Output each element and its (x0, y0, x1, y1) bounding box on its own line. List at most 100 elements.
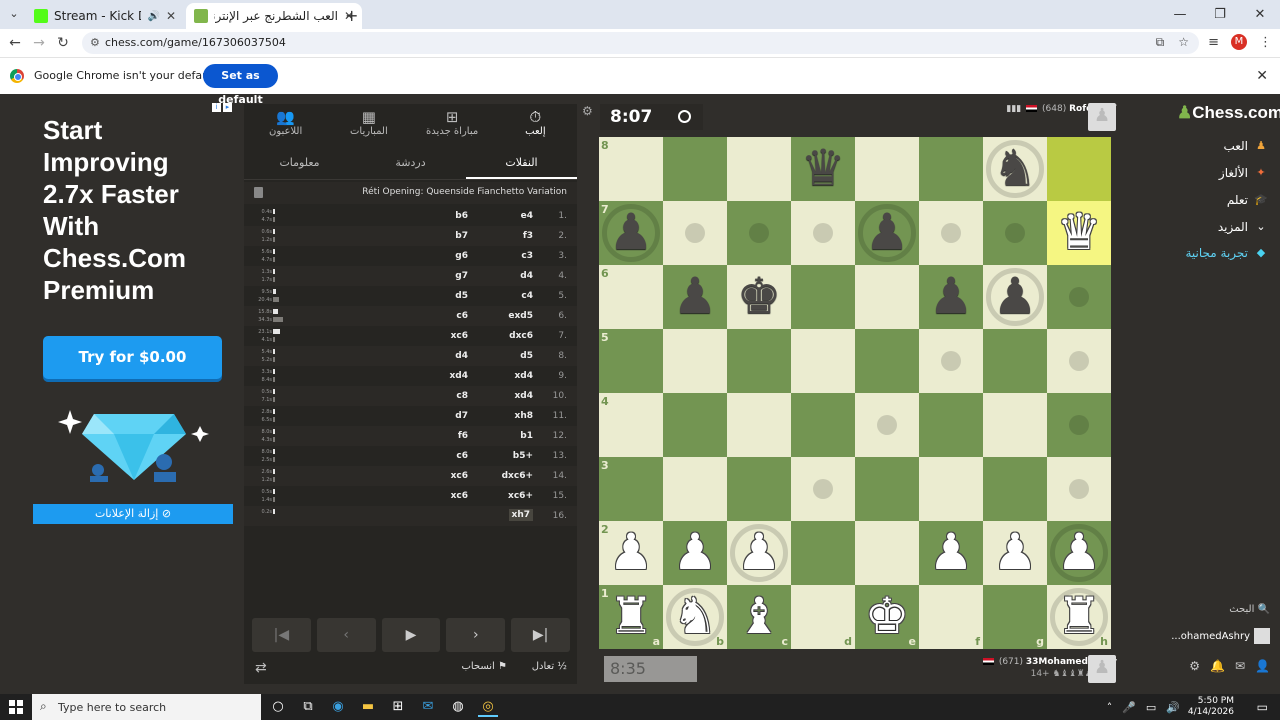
square-d2[interactable] (791, 521, 855, 585)
square-b4[interactable] (663, 393, 727, 457)
square-e7[interactable]: ♟ (855, 201, 919, 265)
player-avatar[interactable] (1088, 655, 1116, 683)
draw-button[interactable]: تعادل ½ (532, 661, 567, 672)
square-b1[interactable]: b ♞ (663, 585, 727, 649)
board-settings-gear-icon[interactable]: ⚙ (582, 104, 593, 118)
settings-gear-icon[interactable]: ⚙ (1189, 659, 1200, 673)
white-pawn-icon[interactable]: ♟ (983, 521, 1047, 585)
minimize-icon[interactable]: — (1160, 0, 1200, 29)
play-moves-button[interactable]: ▶ (381, 618, 441, 652)
remove-ads-button[interactable]: إزالة الإعلانات ⊘ (33, 504, 233, 524)
square-g2[interactable]: ♟ (983, 521, 1047, 585)
square-d1[interactable]: d (791, 585, 855, 649)
tab-players[interactable]: 👥 اللاعبون (244, 104, 327, 146)
black-move[interactable]: c6 (456, 311, 468, 321)
square-a6[interactable]: 6 (599, 265, 663, 329)
square-a3[interactable]: 3 (599, 457, 663, 521)
black-move[interactable]: g6 (455, 251, 468, 261)
first-move-button[interactable]: |◀ (252, 618, 311, 652)
square-c4[interactable] (727, 393, 791, 457)
black-move[interactable]: xc6 (451, 471, 468, 481)
square-e5[interactable] (855, 329, 919, 393)
black-queen-icon[interactable]: ♛ (791, 137, 855, 201)
file-explorer-icon[interactable]: ▬ (358, 697, 378, 717)
square-c1[interactable]: c ♝ (727, 585, 791, 649)
white-rook-icon[interactable]: ♜ (599, 585, 663, 649)
square-b8[interactable] (663, 137, 727, 201)
square-c7[interactable] (727, 201, 791, 265)
square-f2[interactable]: ♟ (919, 521, 983, 585)
chrome-taskbar-icon[interactable]: ◎ (478, 697, 498, 717)
nav-user[interactable]: ...ohamedAshry (1171, 628, 1270, 644)
volume-icon[interactable]: 🔊 (1166, 701, 1180, 714)
obs-icon[interactable]: ◍ (448, 697, 468, 717)
store-icon[interactable]: ⊞ (388, 697, 408, 717)
square-e8[interactable] (855, 137, 919, 201)
nav-item-puzzles[interactable]: الألغاز ✦ (1219, 166, 1268, 180)
forward-arrow-icon[interactable]: → (30, 34, 48, 52)
nav-item-more[interactable]: المزيد ⌄ (1218, 220, 1268, 234)
square-a8[interactable]: 8 (599, 137, 663, 201)
square-a1[interactable]: 1 a ♜ (599, 585, 663, 649)
square-c6[interactable]: ♚ (727, 265, 791, 329)
square-g1[interactable]: g (983, 585, 1047, 649)
notifications-bell-icon[interactable]: 🔔 (1210, 659, 1225, 673)
black-move[interactable]: d5 (455, 291, 468, 301)
messages-envelope-icon[interactable]: ✉ (1235, 659, 1245, 673)
square-a5[interactable]: 5 (599, 329, 663, 393)
square-g4[interactable] (983, 393, 1047, 457)
white-knight-icon[interactable]: ♞ (663, 585, 727, 649)
flip-board-icon[interactable]: ⇄ (255, 660, 267, 676)
white-move[interactable]: xh8 (515, 411, 533, 421)
square-f6[interactable]: ♟ (919, 265, 983, 329)
previous-move-button[interactable]: ‹ (316, 618, 376, 652)
notification-center-icon[interactable]: ▭ (1257, 700, 1268, 714)
square-a4[interactable]: 4 (599, 393, 663, 457)
white-move[interactable]: exd5 (508, 311, 533, 321)
new-tab-plus-icon[interactable]: + (345, 6, 358, 25)
subtab-chat[interactable]: دردشة (355, 146, 466, 179)
square-e4[interactable] (855, 393, 919, 457)
square-f3[interactable] (919, 457, 983, 521)
square-h4[interactable] (1047, 393, 1111, 457)
chess-com-logo[interactable]: ♟Chess.com (1177, 103, 1280, 123)
site-info-icon[interactable]: ⚙ (90, 36, 100, 49)
square-h2[interactable]: ♟ (1047, 521, 1111, 585)
square-e6[interactable] (855, 265, 919, 329)
white-pawn-icon[interactable]: ♟ (727, 521, 791, 585)
microphone-icon[interactable]: 🎤 (1122, 701, 1136, 714)
square-b6[interactable]: ♟ (663, 265, 727, 329)
black-move[interactable]: d4 (455, 351, 468, 361)
square-d4[interactable] (791, 393, 855, 457)
mail-icon[interactable]: ✉ (418, 697, 438, 717)
black-move[interactable]: b6 (455, 211, 468, 221)
ad-headline[interactable]: Start Improving 2.7x Faster With Chess.C… (43, 114, 223, 306)
white-move[interactable]: b1 (520, 431, 533, 441)
square-h3[interactable] (1047, 457, 1111, 521)
square-h5[interactable] (1047, 329, 1111, 393)
last-move-button[interactable]: ▶| (511, 618, 570, 652)
square-d8[interactable]: ♛ (791, 137, 855, 201)
black-move[interactable]: xc6 (451, 491, 468, 501)
square-g5[interactable] (983, 329, 1047, 393)
white-move[interactable]: xd4 (514, 391, 533, 401)
ad-close-icon[interactable]: ▸ (223, 103, 232, 112)
white-move[interactable]: xc6+ (508, 491, 533, 501)
ad-choices[interactable]: i ▸ (212, 103, 232, 112)
taskbar-clock[interactable]: 5:50 PM 4/14/2026 (1188, 696, 1234, 718)
white-move[interactable]: dxc6 (509, 331, 533, 341)
white-pawn-icon[interactable]: ♟ (1047, 521, 1111, 585)
menu-kebab-icon[interactable]: ⋮ (1259, 35, 1272, 50)
white-move[interactable]: xd4 (514, 371, 533, 381)
white-rook-icon[interactable]: ♜ (1047, 585, 1111, 649)
black-pawn-icon[interactable]: ♟ (919, 265, 983, 329)
speaker-icon[interactable]: 🔊 (147, 11, 159, 22)
square-c3[interactable] (727, 457, 791, 521)
taskbar-search-box[interactable]: ⌕ Type here to search (32, 694, 261, 720)
square-d7[interactable] (791, 201, 855, 265)
nav-item-free-trial[interactable]: تجربة مجانية ◆ (1185, 246, 1268, 260)
square-e1[interactable]: e ♚ (855, 585, 919, 649)
media-controls-icon[interactable]: ≡ (1208, 35, 1219, 50)
white-move[interactable]: d5 (520, 351, 533, 361)
square-g7[interactable] (983, 201, 1047, 265)
